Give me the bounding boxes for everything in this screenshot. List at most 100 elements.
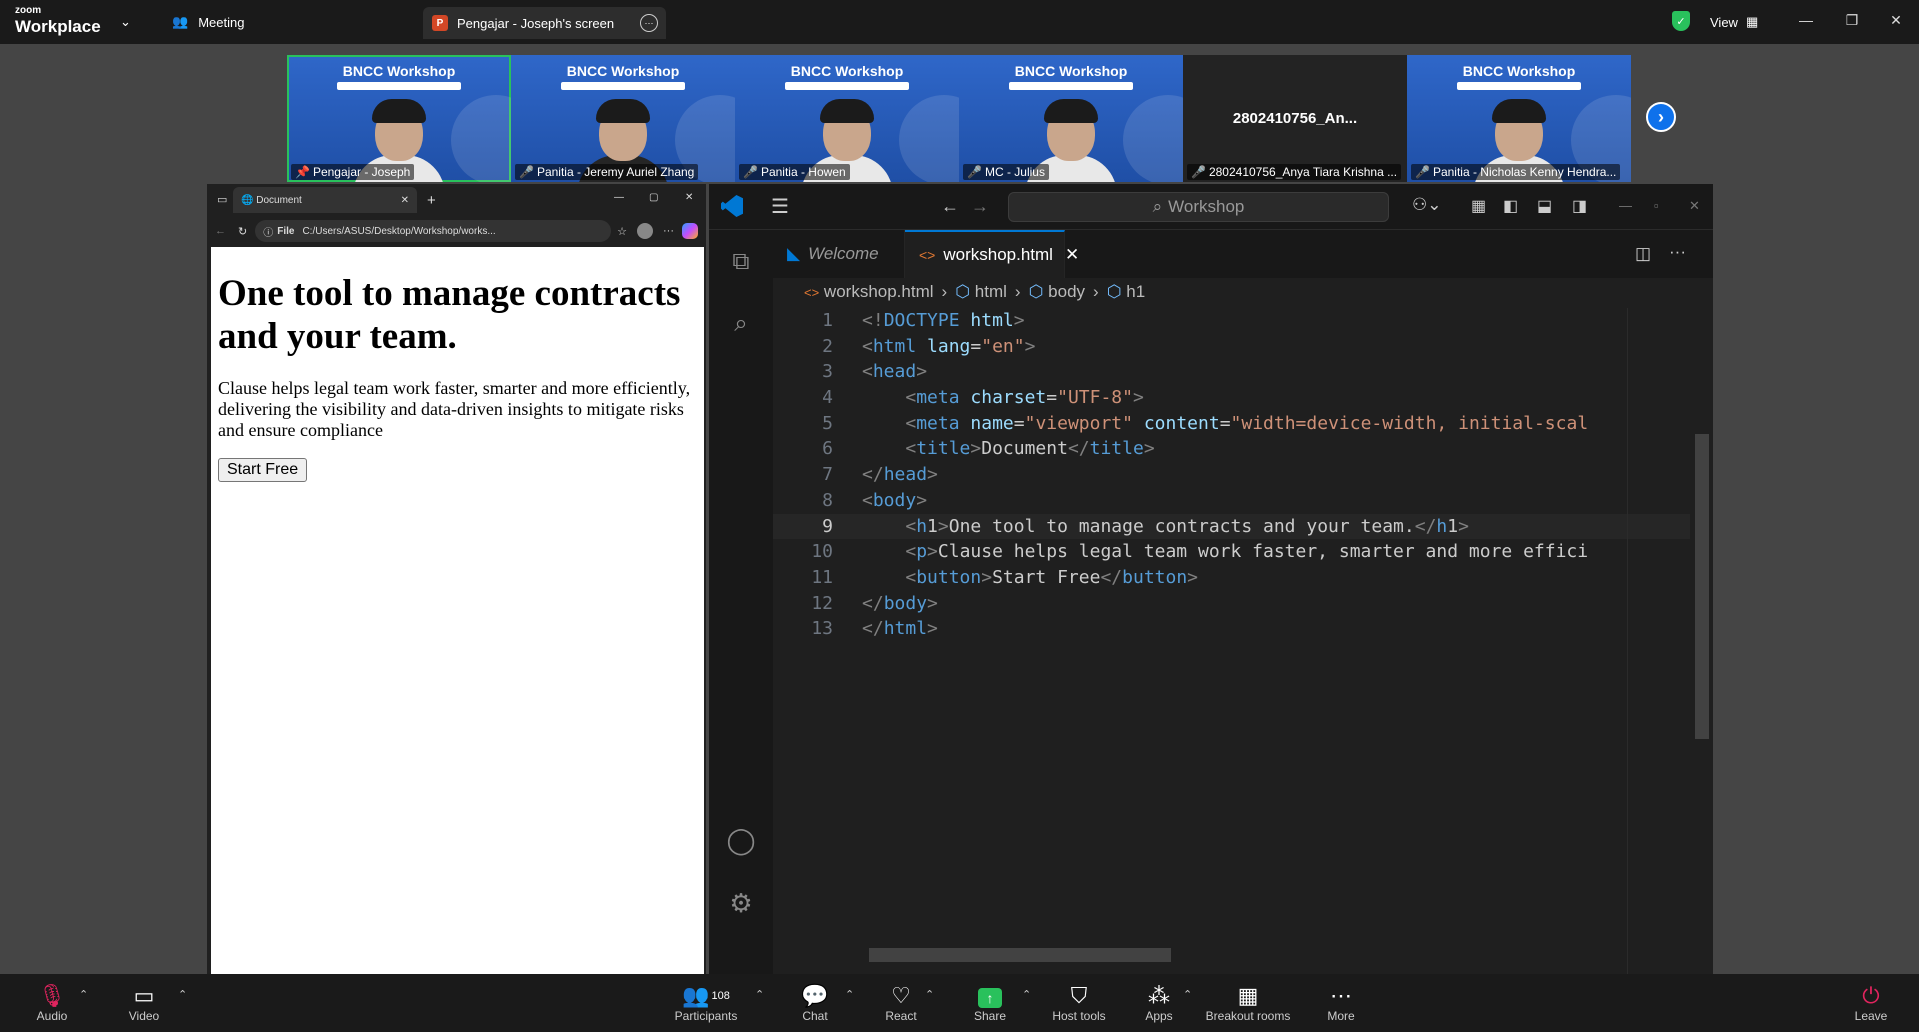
toggle-panel-icon[interactable]: ⬓ (1537, 196, 1552, 216)
code-line[interactable]: 12 </body> (773, 591, 1690, 617)
browser-minimize-button[interactable]: — (614, 192, 624, 203)
vscode-minimize-button[interactable]: — (1619, 198, 1632, 213)
participant-name-label: 🎤 Panitia - Jeremy Auriel Zhang (515, 164, 699, 180)
code-editor[interactable]: 1 <!DOCTYPE html> 2 <html lang="en"> 3 <head>… (773, 308, 1690, 908)
host-tools-button[interactable]: ⛉ Host tools (1050, 974, 1108, 1032)
participants-options-chevron-icon[interactable]: ⌃ (755, 988, 764, 1001)
tab-actions-icon[interactable]: ▭ (217, 193, 227, 206)
split-editor-icon[interactable]: ◫ (1635, 244, 1651, 264)
more-button[interactable]: ⋯ More (1326, 974, 1356, 1032)
browser-menu-icon[interactable]: ··· (663, 225, 674, 237)
encryption-shield-icon[interactable]: ✓ (1672, 11, 1690, 31)
toggle-secondary-sidebar-icon[interactable]: ◨ (1572, 196, 1587, 216)
apps-button[interactable]: ⁂ Apps (1143, 974, 1175, 1032)
participant-tile[interactable]: BNCC Workshop 🎤 Panitia - Howen (735, 55, 959, 182)
code-line[interactable]: 5 <meta name="viewport" content="width=d… (773, 411, 1690, 437)
nav-back-icon[interactable]: ← (941, 196, 959, 217)
vscode-close-button[interactable]: ✕ (1689, 198, 1700, 214)
nav-forward-icon[interactable]: → (971, 196, 989, 217)
explorer-icon[interactable]: ⧉ (709, 234, 773, 290)
react-button[interactable]: ♡ React (882, 974, 920, 1032)
globe-icon: 🌐 (241, 194, 254, 206)
audio-options-chevron-icon[interactable]: ⌃ (79, 988, 88, 1001)
browser-close-button[interactable]: ✕ (685, 192, 693, 203)
shared-screen-tab[interactable]: P Pengajar - Joseph's screen ··· (423, 7, 666, 39)
audio-button[interactable]: 🎙 Audio (30, 974, 74, 1032)
breadcrumb-item[interactable]: ⬡ html (955, 282, 1007, 302)
code-line-text: </body> (862, 592, 938, 614)
restore-window-button[interactable]: ❐ (1829, 0, 1875, 40)
manage-gear-icon[interactable]: ⚙ (709, 875, 773, 931)
code-line[interactable]: 8 <body> (773, 488, 1690, 514)
participant-tile[interactable]: BNCC Workshop 🎤 Panitia - Jeremy Auriel Zh… (511, 55, 735, 182)
url-field[interactable]: ⓘ File C:/Users/ASUS/Desktop/Workshop/wo… (255, 220, 612, 242)
vertical-scrollbar[interactable] (1695, 434, 1709, 739)
participant-tile[interactable]: BNCC Workshop 🎤 Panitia - Nicholas Kenny H… (1407, 55, 1631, 182)
leave-button[interactable]: ⏻ Leave (1855, 974, 1888, 1032)
video-button[interactable]: ▭ Video (122, 974, 166, 1032)
participant-video-hair (1492, 99, 1546, 123)
minimize-window-button[interactable]: — (1783, 0, 1829, 40)
editor-tab[interactable]: ◣ Welcome (773, 230, 905, 278)
editor-more-icon[interactable]: ··· (1669, 242, 1686, 262)
logo-menu-chevron-icon[interactable]: ⌄ (120, 14, 131, 30)
chat-options-chevron-icon[interactable]: ⌃ (845, 988, 854, 1001)
close-tab-icon[interactable]: ✕ (401, 195, 409, 206)
code-line[interactable]: 3 <head> (773, 359, 1690, 385)
start-free-button[interactable]: Start Free (218, 458, 308, 482)
react-options-chevron-icon[interactable]: ⌃ (925, 988, 934, 1001)
slide-title: BNCC Workshop (790, 63, 904, 79)
search-icon[interactable]: ⌕ (709, 296, 773, 352)
breadcrumb-item[interactable]: ⬡ body (1029, 282, 1085, 302)
close-tab-icon[interactable]: ✕ (1065, 245, 1079, 265)
code-line[interactable]: 11 <button>Start Free</button> (773, 565, 1690, 591)
slide-subtitle-bar (1457, 82, 1581, 90)
browser-maximize-button[interactable]: ▢ (649, 192, 658, 203)
more-options-icon[interactable]: ··· (640, 14, 658, 32)
reload-icon[interactable]: ↻ (238, 225, 247, 238)
share-options-chevron-icon[interactable]: ⌃ (1022, 988, 1031, 1001)
share-button[interactable]: ↑ Share (970, 974, 1010, 1032)
code-line[interactable]: 6 <title>Document</title> (773, 436, 1690, 462)
code-line[interactable]: 9 <h1>One tool to manage contracts and y… (773, 514, 1690, 540)
code-line[interactable]: 4 <meta charset="UTF-8"> (773, 385, 1690, 411)
next-participants-button[interactable]: › (1646, 102, 1676, 132)
apps-options-chevron-icon[interactable]: ⌃ (1183, 988, 1192, 1001)
video-options-chevron-icon[interactable]: ⌃ (178, 988, 187, 1001)
code-line[interactable]: 13 </html> (773, 616, 1690, 642)
participant-tile[interactable]: 2802410756_An... 🎤 2802410756_Anya Tiara K… (1183, 55, 1407, 182)
info-icon: ⓘ (263, 227, 274, 239)
favorites-icon[interactable]: ☆ (617, 225, 627, 238)
close-window-button[interactable]: ✕ (1873, 0, 1919, 40)
editor-tab[interactable]: <> workshop.html ✕ (905, 230, 1079, 278)
copilot-icon[interactable]: ⚇⌄ (1412, 195, 1441, 215)
chat-button[interactable]: 💬 Chat (798, 974, 832, 1032)
code-line[interactable]: 2 <html lang="en"> (773, 334, 1690, 360)
view-button[interactable]: View ▦ (1710, 14, 1758, 30)
code-line[interactable]: 1 <!DOCTYPE html> (773, 308, 1690, 334)
code-line[interactable]: 10 <p>Clause helps legal team work faste… (773, 539, 1690, 565)
participant-tile[interactable]: BNCC Workshop 📌 Pengajar - Joseph (287, 55, 511, 182)
profile-avatar[interactable] (637, 223, 653, 239)
breadcrumb-item[interactable]: <> workshop.html (804, 282, 934, 302)
layout-icon[interactable]: ▦ (1471, 196, 1486, 216)
copilot-icon[interactable] (682, 223, 698, 239)
breadcrumb-item[interactable]: ⬡ h1 (1107, 282, 1146, 302)
participant-tile[interactable]: BNCC Workshop 🎤 MC - Julius (959, 55, 1183, 182)
browser-page-content: One tool to manage contracts and your te… (211, 247, 704, 974)
minimap[interactable] (1627, 308, 1679, 998)
hamburger-menu-icon[interactable]: ☰ (771, 194, 789, 219)
vscode-maximize-button[interactable]: ▫ (1654, 198, 1659, 213)
apps-icon: ⁂ (1148, 983, 1170, 1008)
browser-tab-document[interactable]: 🌐 Document ✕ (233, 187, 417, 213)
command-center-search[interactable]: ⌕ Workshop (1008, 192, 1389, 222)
participants-button[interactable]: 👥 108 Participants (671, 974, 741, 1032)
back-icon[interactable]: ← (215, 225, 226, 237)
code-line[interactable]: 7 </head> (773, 462, 1690, 488)
accounts-icon[interactable]: ◯ (709, 812, 773, 868)
breakout-rooms-button[interactable]: ▦ Breakout rooms (1205, 974, 1291, 1032)
horizontal-scrollbar[interactable] (869, 948, 1171, 962)
toggle-sidebar-icon[interactable]: ◧ (1503, 196, 1518, 216)
new-tab-icon[interactable]: + (427, 192, 436, 209)
meeting-menu[interactable]: 👥 Meeting (172, 14, 244, 30)
